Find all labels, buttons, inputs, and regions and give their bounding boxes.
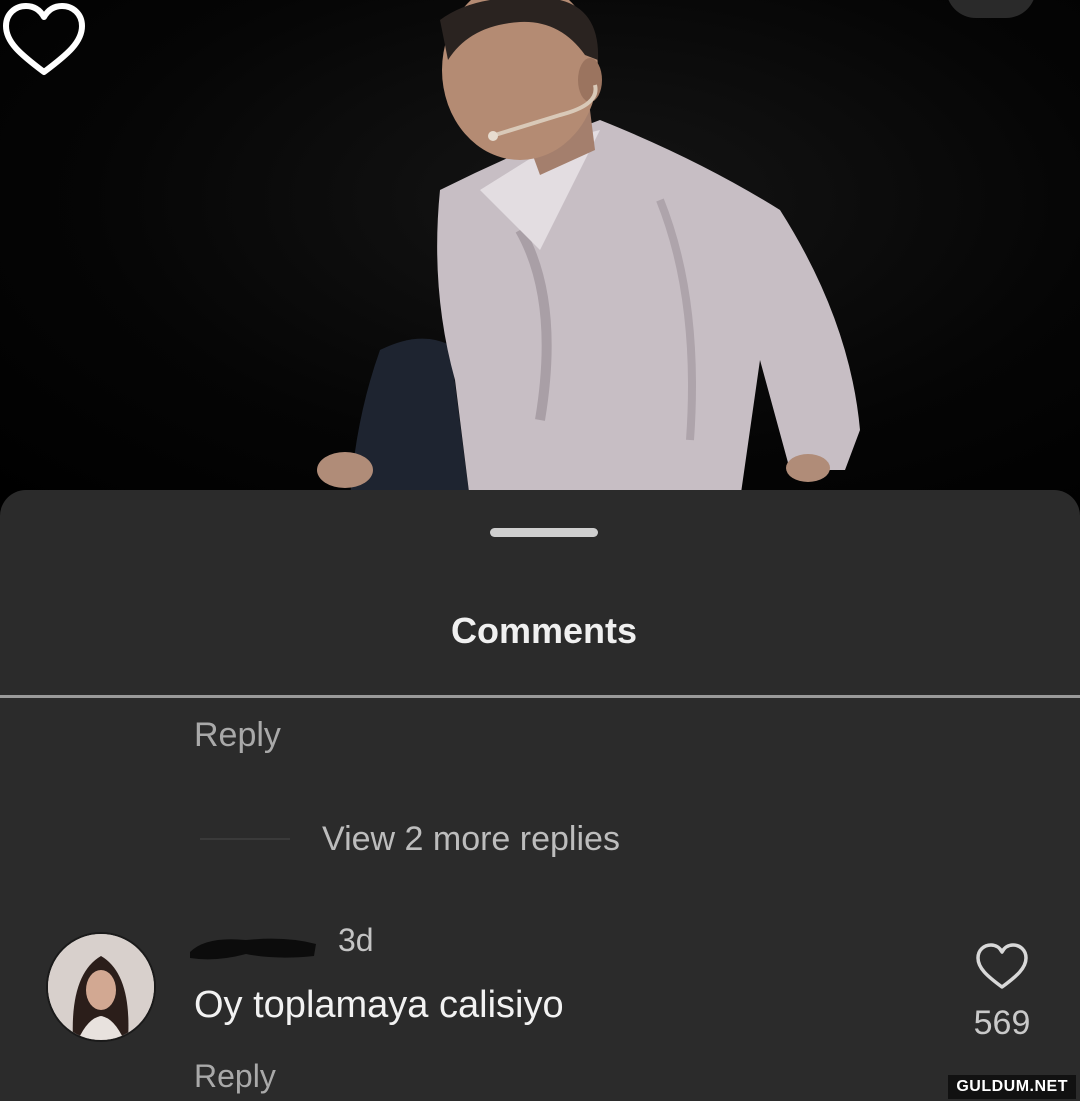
video-player[interactable] [0,0,1080,500]
heart-outline-icon[interactable] [0,0,88,80]
like-count: 569 [973,1004,1031,1042]
divider [0,695,1080,698]
avatar[interactable] [46,932,156,1042]
video-frame [317,0,860,500]
reply-button[interactable]: Reply [194,1058,276,1095]
sheet-title: Comments [450,610,638,651]
view-more-replies-button[interactable]: View 2 more replies [322,820,620,859]
watermark: GULDUM.NET [948,1075,1076,1099]
comment-text: Oy toplamaya calisiyo [194,984,564,1026]
reply-button[interactable]: Reply [194,716,281,755]
comments-sheet: Comments Reply View 2 more replies 3d Oy… [0,490,1080,1101]
replies-connector-line [200,838,290,840]
avatar-image [48,934,154,1040]
redacted-username [190,938,316,960]
drag-handle[interactable] [490,528,598,537]
heart-outline-icon[interactable] [974,942,1030,992]
comment-timestamp: 3d [338,922,374,958]
